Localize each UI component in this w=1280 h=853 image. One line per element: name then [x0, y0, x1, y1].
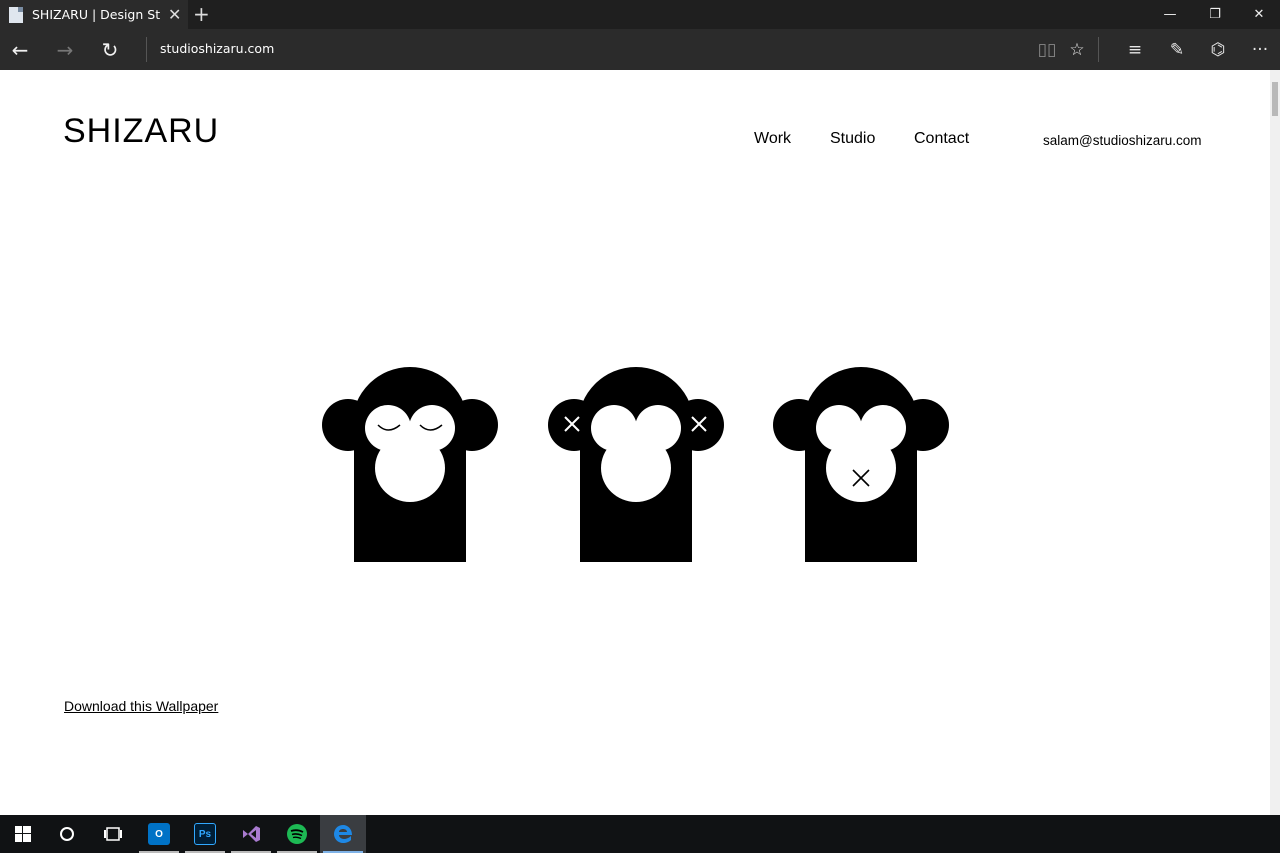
outlook-icon[interactable]: O: [136, 815, 182, 853]
hub-icon[interactable]: ≡: [1118, 29, 1152, 70]
task-view-icon[interactable]: [90, 815, 136, 853]
divider: [1098, 37, 1099, 62]
windows-start-icon[interactable]: [0, 815, 46, 853]
three-monkeys-illustration: [322, 367, 949, 562]
monkey-speak-no-evil: [773, 367, 949, 562]
nav-link-work[interactable]: Work: [754, 130, 791, 148]
browser-tab[interactable]: SHIZARU | Design Studi ✕: [0, 0, 188, 29]
tab-title: SHIZARU | Design Studi: [32, 7, 160, 22]
close-tab-icon[interactable]: ✕: [168, 5, 181, 24]
address-bar: ← → ↻ studioshizaru.com ▯▯ ☆ ≡ ✎ ⌬ ···: [0, 29, 1280, 70]
cortana-icon[interactable]: [44, 815, 90, 853]
download-wallpaper-link[interactable]: Download this Wallpaper: [64, 698, 218, 714]
restore-icon[interactable]: ❐: [1193, 0, 1237, 29]
page-scrollbar[interactable]: [1270, 70, 1280, 815]
spotify-icon[interactable]: [274, 815, 320, 853]
back-icon[interactable]: ←: [0, 29, 40, 70]
minimize-icon[interactable]: —: [1148, 0, 1192, 29]
forward-icon[interactable]: →: [45, 29, 85, 70]
monkey-see-no-evil: [322, 367, 498, 562]
scrollbar-thumb[interactable]: [1272, 82, 1278, 116]
nav-link-studio[interactable]: Studio: [830, 130, 875, 148]
new-tab-icon[interactable]: +: [193, 2, 210, 26]
share-icon[interactable]: ⌬: [1201, 29, 1235, 70]
web-note-icon[interactable]: ✎: [1160, 29, 1194, 70]
divider: [146, 37, 147, 62]
favorite-star-icon[interactable]: ☆: [1060, 29, 1094, 70]
photoshop-icon[interactable]: Ps: [182, 815, 228, 853]
site-logo[interactable]: SHIZARU: [63, 112, 219, 151]
email-link[interactable]: salam@studioshizaru.com: [1043, 133, 1202, 148]
tab-strip: SHIZARU | Design Studi ✕ + — ❐ ✕: [0, 0, 1280, 29]
edge-icon[interactable]: [320, 815, 366, 853]
page-favicon-icon: [9, 6, 23, 23]
visual-studio-icon[interactable]: [228, 815, 274, 853]
reading-view-icon[interactable]: ▯▯: [1030, 29, 1064, 70]
windows-taskbar: O Ps: [0, 815, 1280, 853]
web-page: SHIZARU Work Studio Contact salam@studio…: [0, 70, 1270, 815]
more-icon[interactable]: ···: [1243, 29, 1277, 70]
url-field[interactable]: studioshizaru.com: [160, 41, 274, 56]
nav-link-contact[interactable]: Contact: [914, 130, 969, 148]
refresh-icon[interactable]: ↻: [90, 29, 130, 70]
close-window-icon[interactable]: ✕: [1237, 0, 1280, 29]
monkey-hear-no-evil: [548, 367, 724, 562]
